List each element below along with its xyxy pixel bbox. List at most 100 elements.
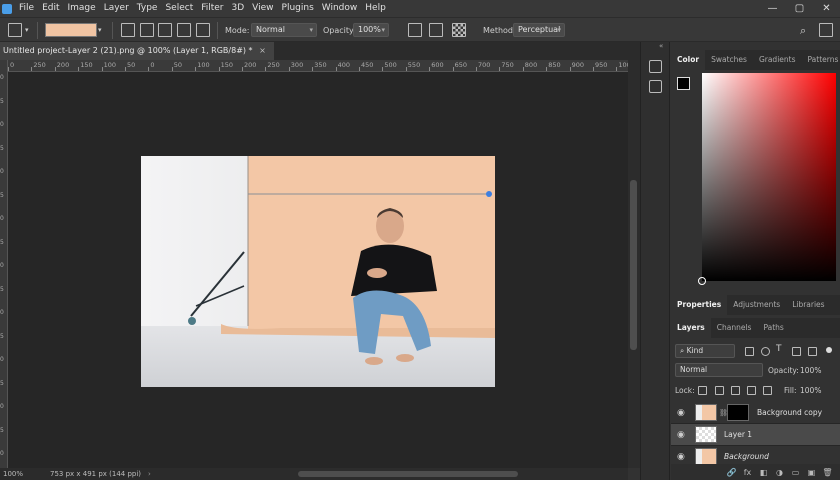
close-tab-icon[interactable]: ×	[259, 46, 266, 55]
dither-icon[interactable]	[429, 23, 443, 37]
ruler-tick-label: 350	[314, 61, 327, 69]
filter-type-icon[interactable]: T	[776, 344, 782, 354]
ruler-tick	[288, 67, 290, 71]
add-mask-icon[interactable]: ◧	[757, 468, 770, 477]
visibility-eye-icon[interactable]: ◉	[677, 430, 685, 440]
menu-view[interactable]: View	[248, 0, 277, 17]
tab-layers[interactable]: Layers	[671, 318, 711, 338]
menu-image[interactable]: Image	[64, 0, 100, 17]
tab-properties[interactable]: Properties	[671, 295, 728, 315]
layer-row-layer-1[interactable]: ◉ Layer 1	[671, 424, 840, 446]
method-select[interactable]: Perceptual ▾	[513, 23, 565, 37]
tab-libraries[interactable]: Libraries	[786, 295, 830, 315]
adjustment-layer-icon[interactable]: ◑	[773, 468, 786, 477]
scroll-thumb[interactable]	[630, 180, 637, 350]
filter-shape-icon[interactable]	[792, 347, 801, 356]
layer-row-background-copy[interactable]: ◉ ⛓ Background copy	[671, 402, 840, 424]
layer-style-icon[interactable]: fx	[741, 468, 754, 477]
transparency-icon[interactable]	[452, 23, 466, 37]
menu-layer[interactable]: Layer	[100, 0, 133, 17]
search-icon[interactable]: ⌕	[800, 18, 806, 43]
ruler-tick-label: 0	[0, 356, 4, 363]
document-tab[interactable]: Untitled project-Layer 2 (21).png @ 100%…	[0, 42, 274, 60]
menu-type[interactable]: Type	[133, 0, 162, 17]
new-group-icon[interactable]: ▭	[789, 468, 802, 477]
color-picker-field[interactable]	[698, 73, 836, 285]
fill-value[interactable]: 100%	[800, 383, 821, 398]
foreground-color-swatch[interactable]	[677, 77, 690, 90]
new-layer-icon[interactable]: ▣	[805, 468, 818, 477]
filter-smart-object-icon[interactable]	[808, 347, 817, 356]
ruler-tick	[54, 67, 56, 71]
menu-plugins[interactable]: Plugins	[278, 0, 318, 17]
ruler-tick	[101, 67, 103, 71]
ruler-tick-label: 700	[478, 61, 491, 69]
tab-paths[interactable]: Paths	[757, 318, 789, 338]
ruler-tick-label: 600	[431, 61, 444, 69]
tab-gradients[interactable]: Gradients	[753, 50, 802, 70]
blend-mode-select[interactable]: Normal	[675, 363, 763, 377]
layer-kind-filter[interactable]: ⌕ Kind	[675, 344, 735, 358]
lock-position-icon[interactable]	[731, 386, 740, 395]
layer-opacity-value[interactable]: 100%	[800, 363, 821, 378]
visibility-eye-icon[interactable]: ◉	[677, 452, 685, 462]
ruler-tick	[335, 67, 337, 71]
lock-artboard-icon[interactable]	[747, 386, 756, 395]
tool-preset-chevron-icon[interactable]: ▾	[25, 18, 29, 43]
mode-select[interactable]: Normal ▾	[251, 23, 317, 37]
menu-3d[interactable]: 3D	[228, 0, 249, 17]
close-window-button[interactable]: ✕	[813, 0, 840, 17]
menu-file[interactable]: File	[15, 0, 38, 17]
angle-gradient-icon[interactable]	[158, 23, 172, 37]
menu-filter[interactable]: Filter	[197, 0, 227, 17]
maximize-button[interactable]: ▢	[786, 0, 813, 17]
lock-image-icon[interactable]	[715, 386, 724, 395]
filter-toggle-icon[interactable]	[826, 347, 832, 353]
menu-window[interactable]: Window	[318, 0, 362, 17]
gradient-swatch[interactable]	[45, 23, 97, 37]
comments-icon[interactable]	[649, 80, 662, 93]
filter-adjustment-icon[interactable]	[761, 347, 770, 356]
history-icon[interactable]	[649, 60, 662, 73]
chevron-down-icon: ▾	[381, 26, 385, 34]
lock-all-icon[interactable]	[763, 386, 772, 395]
menu-help[interactable]: Help	[361, 0, 390, 17]
ruler-tick-label: 5	[0, 379, 4, 387]
status-menu-arrow-icon[interactable]: ›	[148, 468, 151, 480]
color-picker-knob[interactable]	[698, 277, 706, 285]
zoom-level[interactable]: 100%	[3, 468, 23, 480]
tab-color[interactable]: Color	[671, 50, 706, 70]
tab-adjustments[interactable]: Adjustments	[727, 295, 786, 315]
filter-pixel-icon[interactable]	[745, 347, 754, 356]
ruler-tick-label: 5	[0, 332, 4, 340]
link-layers-icon[interactable]: 🔗	[725, 468, 738, 477]
gradient-picker-chevron-icon[interactable]: ▾	[98, 18, 102, 43]
document-image[interactable]	[141, 156, 495, 387]
minimize-button[interactable]: —	[759, 0, 786, 17]
radial-gradient-icon[interactable]	[140, 23, 154, 37]
visibility-eye-icon[interactable]: ◉	[677, 408, 685, 418]
layer-mask-thumbnail[interactable]	[727, 404, 749, 421]
foreground-background-swatches[interactable]	[677, 77, 699, 99]
ruler-tick	[265, 67, 267, 71]
collapse-panels-icon[interactable]: «	[659, 42, 663, 50]
ruler-tick-label: 0	[0, 121, 4, 128]
delete-layer-icon[interactable]: 🗑	[821, 468, 834, 477]
scroll-thumb[interactable]	[298, 471, 518, 477]
opacity-value: 100%	[358, 25, 381, 34]
workspace-icon[interactable]	[819, 23, 833, 37]
tab-channels[interactable]: Channels	[711, 318, 758, 338]
diamond-gradient-icon[interactable]	[196, 23, 210, 37]
linear-gradient-icon[interactable]	[121, 23, 135, 37]
tab-swatches[interactable]: Swatches	[705, 50, 753, 70]
gradient-tool-icon[interactable]	[8, 23, 22, 37]
reflected-gradient-icon[interactable]	[177, 23, 191, 37]
vertical-scrollbar[interactable]	[628, 60, 640, 468]
opacity-input[interactable]: 100% ▾	[353, 23, 389, 37]
tab-patterns[interactable]: Patterns	[802, 50, 840, 70]
reverse-icon[interactable]	[408, 23, 422, 37]
lock-transparent-icon[interactable]	[698, 386, 707, 395]
menu-edit[interactable]: Edit	[38, 0, 63, 17]
menu-select[interactable]: Select	[161, 0, 197, 17]
photoshop-logo-icon[interactable]	[2, 3, 12, 14]
